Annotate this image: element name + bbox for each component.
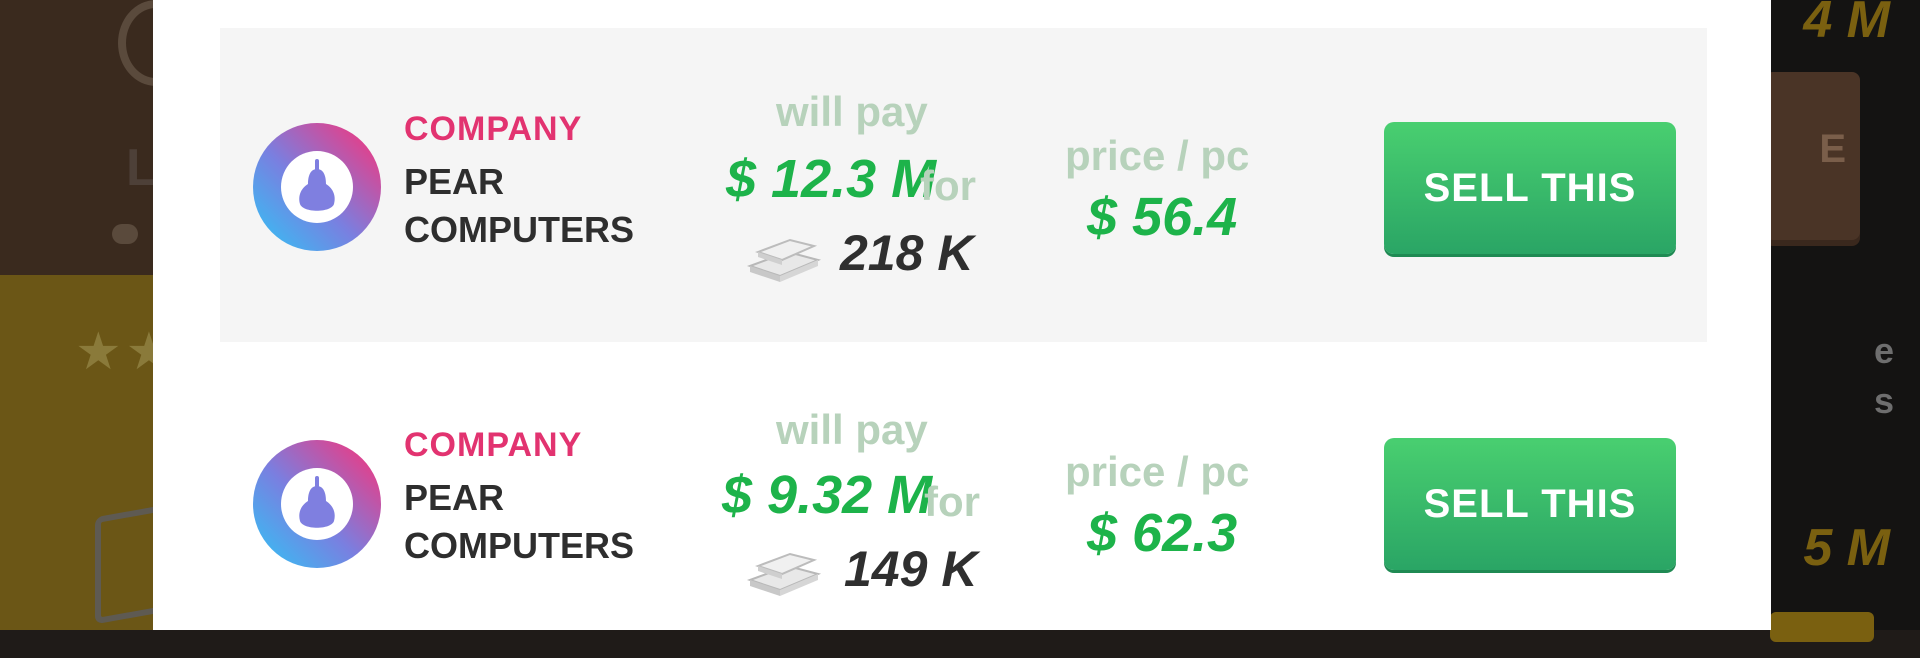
background-upgrade-button: E — [1765, 72, 1860, 240]
sell-this-button[interactable]: SELL THIS — [1384, 438, 1676, 570]
price-per-piece-label: price / pc — [1065, 132, 1250, 179]
silver-bars-icon — [746, 552, 822, 596]
price-per-piece-value: $ 56.4 — [1087, 187, 1238, 247]
offer-amount: $ 12.3 M — [726, 149, 937, 209]
company-logo — [253, 440, 381, 568]
offer-amount: $ 9.32 M — [722, 465, 933, 525]
background-button-text: E — [1819, 127, 1846, 171]
company-label: COMPANY — [404, 110, 583, 148]
company-logo — [253, 123, 381, 251]
pear-icon — [281, 468, 353, 540]
offer-row: COMPANY PEAR COMPUTERS will pay $ 12.3 M… — [220, 28, 1707, 342]
company-name: PEAR COMPUTERS — [404, 161, 635, 250]
price-per-piece-value: $ 62.3 — [1087, 503, 1238, 563]
for-label: for — [920, 162, 976, 209]
price-per-piece-label: price / pc — [1065, 448, 1250, 495]
background-dot — [112, 224, 138, 244]
for-label: for — [924, 478, 980, 525]
background-right-text: e s — [1874, 326, 1894, 426]
pear-icon — [281, 151, 353, 223]
silver-bars-icon — [746, 238, 822, 282]
offer-quantity: 149 K — [844, 541, 978, 597]
background-money-bottom: 5 M — [1803, 519, 1890, 577]
background-money-top: 4 M — [1803, 0, 1890, 49]
will-pay-label: will pay — [776, 406, 928, 453]
background-right-text-line: e — [1873, 330, 1894, 371]
background-right-text-line: s — [1873, 380, 1894, 421]
sell-this-button[interactable]: SELL THIS — [1384, 122, 1676, 254]
company-name: PEAR COMPUTERS — [404, 477, 635, 566]
will-pay-label: will pay — [776, 88, 928, 135]
company-label: COMPANY — [404, 426, 583, 464]
background-yellow-button — [1770, 612, 1874, 642]
sell-offers-modal: COMPANY PEAR COMPUTERS will pay $ 12.3 M… — [153, 0, 1771, 630]
offer-row: COMPANY PEAR COMPUTERS will pay $ 9.32 M… — [220, 344, 1707, 658]
offer-quantity: 218 K — [840, 225, 974, 281]
